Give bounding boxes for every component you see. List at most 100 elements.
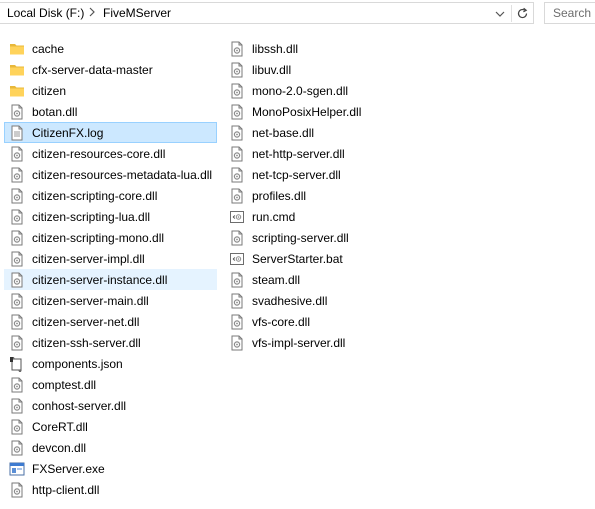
dll-file-icon (229, 167, 245, 183)
dll-file-icon (229, 188, 245, 204)
file-name: mono-2.0-sgen.dll (252, 83, 349, 98)
file-name: vfs-core.dll (252, 314, 311, 329)
address-bar[interactable]: Local Disk (F:) FiveMServer (0, 2, 534, 24)
bat-file-icon (229, 251, 245, 267)
file-item-citizen[interactable]: citizen (4, 80, 217, 101)
file-column-1: cache cfx-server-data-master citizen botan.… (4, 38, 218, 500)
file-item-net-tcp-server-dll[interactable]: net-tcp-server.dll (224, 164, 366, 185)
dll-file-icon (9, 377, 25, 393)
file-name: citizen-scripting-core.dll (32, 188, 158, 203)
file-name: libssh.dll (252, 41, 299, 56)
file-name: net-tcp-server.dll (252, 167, 341, 182)
file-item-botan-dll[interactable]: botan.dll (4, 101, 217, 122)
dll-file-icon (9, 104, 25, 120)
file-name: citizen (32, 83, 67, 98)
file-item-citizen-server-instance-dll[interactable]: citizen-server-instance.dll (4, 269, 218, 290)
file-name: http-client.dll (32, 482, 100, 497)
file-item-devcon-dll[interactable]: devcon.dll (4, 437, 217, 458)
dll-file-icon (9, 482, 25, 498)
file-name: components.json (32, 356, 123, 371)
file-item-citizenfx-log[interactable]: CitizenFX.log (4, 122, 218, 143)
cmd-file-icon (229, 209, 245, 225)
file-item-corert-dll[interactable]: CoreRT.dll (4, 416, 217, 437)
file-item-citizen-scripting-mono-dll[interactable]: citizen-scripting-mono.dll (4, 227, 217, 248)
file-item-libuv-dll[interactable]: libuv.dll (224, 59, 366, 80)
file-name: comptest.dll (32, 377, 97, 392)
file-item-scripting-server-dll[interactable]: scripting-server.dll (224, 227, 366, 248)
file-item-mono-2-0-sgen-dll[interactable]: mono-2.0-sgen.dll (224, 80, 366, 101)
breadcrumb-local-disk[interactable]: Local Disk (F:) (7, 6, 84, 20)
file-item-fxserver-exe[interactable]: FXServer.exe (4, 458, 217, 479)
file-item-vfs-impl-server-dll[interactable]: vfs-impl-server.dll (224, 332, 366, 353)
file-name: profiles.dll (252, 188, 307, 203)
folder-icon (9, 62, 25, 78)
file-item-net-base-dll[interactable]: net-base.dll (224, 122, 366, 143)
file-item-libssh-dll[interactable]: libssh.dll (224, 38, 366, 59)
file-name: citizen-resources-metadata-lua.dll (32, 167, 213, 182)
dll-file-icon (9, 314, 25, 330)
dll-file-icon (229, 41, 245, 57)
file-item-steam-dll[interactable]: steam.dll (224, 269, 366, 290)
file-item-serverstarter-bat[interactable]: ServerStarter.bat (224, 248, 366, 269)
file-item-cfx-server-data-master[interactable]: cfx-server-data-master (4, 59, 217, 80)
file-item-vfs-core-dll[interactable]: vfs-core.dll (224, 311, 366, 332)
file-name: cache (32, 41, 65, 56)
dll-file-icon (9, 293, 25, 309)
file-item-cache[interactable]: cache (4, 38, 217, 59)
dll-file-icon (9, 335, 25, 351)
file-name: botan.dll (32, 104, 78, 119)
file-name: MonoPosixHelper.dll (252, 104, 362, 119)
file-name: citizen-server-impl.dll (32, 251, 145, 266)
file-name: citizen-resources-core.dll (32, 146, 166, 161)
dll-file-icon (229, 272, 245, 288)
file-name: ServerStarter.bat (252, 251, 343, 266)
file-name: citizen-scripting-mono.dll (32, 230, 165, 245)
dll-file-icon (229, 314, 245, 330)
breadcrumb-fivemserver[interactable]: FiveMServer (103, 6, 171, 20)
json-file-icon (9, 356, 25, 372)
dll-file-icon (9, 272, 25, 288)
file-item-monoposixhelper-dll[interactable]: MonoPosixHelper.dll (224, 101, 366, 122)
dll-file-icon (229, 62, 245, 78)
file-name: citizen-server-net.dll (32, 314, 140, 329)
chevron-down-icon[interactable] (491, 6, 509, 22)
file-list: cache cfx-server-data-master citizen botan.… (0, 38, 595, 509)
file-item-citizen-ssh-server-dll[interactable]: citizen-ssh-server.dll (4, 332, 217, 353)
search-box[interactable] (544, 2, 595, 24)
file-name: scripting-server.dll (252, 230, 349, 245)
file-name: CitizenFX.log (32, 125, 104, 140)
dll-file-icon (229, 230, 245, 246)
file-item-citizen-server-net-dll[interactable]: citizen-server-net.dll (4, 311, 217, 332)
file-name: run.cmd (252, 209, 296, 224)
file-item-citizen-server-impl-dll[interactable]: citizen-server-impl.dll (4, 248, 217, 269)
refresh-icon[interactable] (511, 5, 532, 22)
file-item-profiles-dll[interactable]: profiles.dll (224, 185, 366, 206)
dll-file-icon (9, 251, 25, 267)
search-input[interactable] (545, 3, 595, 22)
file-item-citizen-resources-core-dll[interactable]: citizen-resources-core.dll (4, 143, 217, 164)
file-item-http-client-dll[interactable]: http-client.dll (4, 479, 217, 500)
file-name: citizen-server-instance.dll (32, 272, 168, 287)
chevron-right-icon[interactable] (88, 6, 96, 21)
file-name: citizen-scripting-lua.dll (32, 209, 151, 224)
dll-file-icon (9, 398, 25, 414)
file-item-conhost-server-dll[interactable]: conhost-server.dll (4, 395, 217, 416)
file-item-citizen-server-main-dll[interactable]: citizen-server-main.dll (4, 290, 217, 311)
file-name: conhost-server.dll (32, 398, 127, 413)
file-item-components-json[interactable]: components.json (4, 353, 217, 374)
dll-file-icon (9, 440, 25, 456)
file-name: CoreRT.dll (32, 419, 88, 434)
file-name: libuv.dll (252, 62, 292, 77)
file-item-net-http-server-dll[interactable]: net-http-server.dll (224, 143, 366, 164)
file-item-citizen-scripting-core-dll[interactable]: citizen-scripting-core.dll (4, 185, 217, 206)
file-item-comptest-dll[interactable]: comptest.dll (4, 374, 217, 395)
dll-file-icon (9, 230, 25, 246)
file-item-citizen-scripting-lua-dll[interactable]: citizen-scripting-lua.dll (4, 206, 217, 227)
file-item-run-cmd[interactable]: run.cmd (224, 206, 366, 227)
address-toolbar: Local Disk (F:) FiveMServer (0, 0, 595, 28)
dll-file-icon (9, 188, 25, 204)
file-name: svadhesive.dll (252, 293, 328, 308)
file-item-citizen-resources-metadata-lua-dll[interactable]: citizen-resources-metadata-lua.dll (4, 164, 217, 185)
file-item-svadhesive-dll[interactable]: svadhesive.dll (224, 290, 366, 311)
dll-file-icon (9, 146, 25, 162)
